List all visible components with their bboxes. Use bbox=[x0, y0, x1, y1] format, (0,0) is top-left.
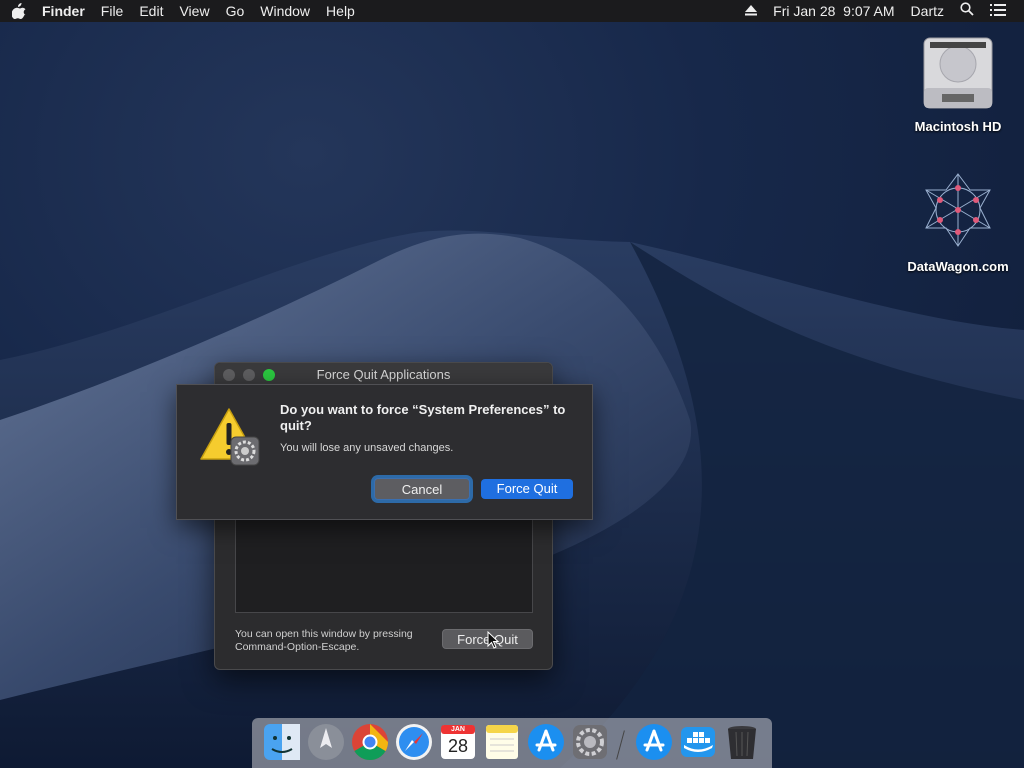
notes-icon[interactable] bbox=[482, 722, 522, 762]
apple-icon[interactable] bbox=[10, 2, 28, 20]
list-icon[interactable] bbox=[982, 0, 1014, 22]
menu-window[interactable]: Window bbox=[252, 0, 318, 22]
app-store-icon[interactable] bbox=[526, 722, 566, 762]
menu-view[interactable]: View bbox=[171, 0, 217, 22]
menu-go[interactable]: Go bbox=[218, 0, 253, 22]
dock-separator bbox=[616, 730, 625, 760]
finder-icon[interactable] bbox=[262, 722, 302, 762]
minimize-button[interactable] bbox=[243, 369, 255, 381]
close-button[interactable] bbox=[223, 369, 235, 381]
network-graph-icon bbox=[903, 170, 1013, 253]
force-quit-alert: Do you want to force “System Preferences… bbox=[176, 384, 593, 520]
confirm-force-quit-button[interactable]: Force Quit bbox=[481, 479, 573, 499]
alert-message: You will lose any unsaved changes. bbox=[280, 442, 454, 454]
desktop-icon-datawagon[interactable]: DataWagon.com bbox=[903, 170, 1013, 274]
desktop-icon-label: Macintosh HD bbox=[914, 119, 1002, 134]
eject-icon[interactable] bbox=[737, 0, 765, 22]
safari-icon[interactable] bbox=[394, 722, 434, 762]
application-list[interactable] bbox=[235, 519, 533, 613]
shortcut-hint: You can open this window by pressing Com… bbox=[235, 628, 413, 653]
search-icon[interactable] bbox=[952, 0, 982, 22]
launchpad-icon[interactable] bbox=[306, 722, 346, 762]
app-store-icon[interactable] bbox=[634, 722, 674, 762]
desktop-icon-macintosh-hd[interactable]: Macintosh HD bbox=[903, 34, 1013, 134]
warning-icon bbox=[199, 407, 263, 471]
alert-title: Do you want to force “System Preferences… bbox=[280, 402, 566, 433]
docker-icon[interactable] bbox=[678, 722, 718, 762]
menu-clock[interactable]: Fri Jan 28 9:07 AM bbox=[765, 0, 902, 22]
desktop-icon-label: DataWagon.com bbox=[907, 259, 1009, 274]
trash-icon[interactable] bbox=[722, 722, 762, 762]
cancel-button[interactable]: Cancel bbox=[374, 478, 470, 500]
menu-user[interactable]: Dartz bbox=[903, 0, 952, 22]
menu-file[interactable]: File bbox=[93, 0, 132, 22]
chrome-icon[interactable] bbox=[350, 722, 390, 762]
menu-help[interactable]: Help bbox=[318, 0, 363, 22]
menu-app-name[interactable]: Finder bbox=[34, 0, 93, 22]
system-preferences-icon[interactable] bbox=[570, 722, 610, 762]
calendar-day: 28 bbox=[447, 736, 469, 756]
calendar-month: JAN bbox=[450, 726, 465, 733]
calendar-icon[interactable]: JAN 28 bbox=[438, 722, 478, 762]
mouse-cursor-icon bbox=[487, 631, 499, 649]
hard-drive-icon bbox=[903, 34, 1013, 113]
menu-bar: Finder File Edit View Go Window Help Fri… bbox=[0, 0, 1024, 22]
zoom-button[interactable] bbox=[263, 369, 275, 381]
dock: JAN 28 bbox=[252, 718, 772, 768]
menu-edit[interactable]: Edit bbox=[131, 0, 171, 22]
